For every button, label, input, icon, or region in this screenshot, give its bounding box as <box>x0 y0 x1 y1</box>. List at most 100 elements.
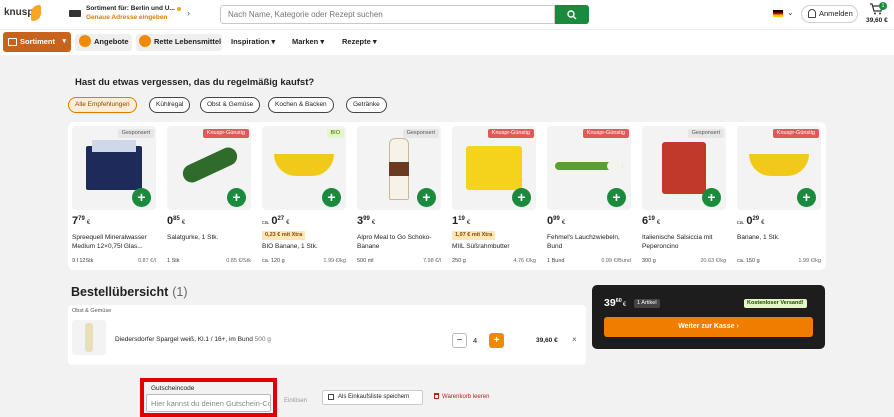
checkout-panel: 3960€ 1 Artikel Kostenloser Versand! Wei… <box>592 285 825 349</box>
delivery-region[interactable]: Sortiment für: Berlin und U... <box>86 5 175 12</box>
list-icon <box>328 394 334 400</box>
chip-obst-gemuese[interactable]: Obst & Gemüse <box>200 97 261 113</box>
bottles-shape <box>92 140 136 152</box>
product-name[interactable]: Banane, 1 Stk. <box>737 234 823 243</box>
order-category: Obst & Gemüse <box>72 308 112 314</box>
product-name[interactable]: BIO Banane, 1 Stk. <box>262 243 348 252</box>
knuspr-logo-icon[interactable] <box>31 5 41 21</box>
chevron-down-icon[interactable]: ⌄ <box>787 8 794 17</box>
product-unit: 1 Stk <box>167 258 180 264</box>
delivery-address-link[interactable]: Genaue Adresse eingeben <box>86 14 167 21</box>
product-unit: ca. 150 g <box>737 258 760 264</box>
product-price: 399€ <box>357 215 376 227</box>
product-unit-price: 1.99 €/kg <box>798 258 821 264</box>
product-unit-price: 4.76 €/kg <box>513 258 536 264</box>
order-summary-title: Bestellübersicht (1) <box>71 285 188 299</box>
chip-getraenke[interactable]: Getränke <box>346 97 387 113</box>
add-to-cart-button[interactable]: + <box>322 188 341 207</box>
product-badge: Knuspr-Günstig <box>487 129 534 138</box>
quantity-increase-button[interactable]: + <box>489 333 504 348</box>
search-button[interactable] <box>555 5 589 24</box>
xtra-promo-badge: 0,23 € mit Xtra <box>262 231 306 240</box>
quantity-decrease-button[interactable]: − <box>452 333 467 348</box>
redeem-voucher-button[interactable]: Einlösen <box>284 398 307 404</box>
add-to-cart-button[interactable]: + <box>607 188 626 207</box>
add-to-cart-button[interactable]: + <box>417 188 436 207</box>
add-to-cart-button[interactable]: + <box>797 188 816 207</box>
product-price: ca. 027€ <box>262 215 290 227</box>
product-name[interactable]: Salatgurke, 1 Stk. <box>167 234 253 243</box>
delivery-truck-icon <box>69 10 81 17</box>
product-badge: Knuspr-Günstig <box>772 129 819 138</box>
product-name[interactable]: MIIL Süßrahmbutter <box>452 243 538 252</box>
cart-total[interactable]: 39,60 € <box>866 17 888 24</box>
sortiment-label: Sortiment <box>20 37 56 46</box>
sortiment-button[interactable]: Sortiment ▾ <box>3 32 71 52</box>
chevron-down-icon: ▾ <box>62 38 66 45</box>
remove-item-icon[interactable]: × <box>572 335 577 344</box>
water-crate-shape <box>86 146 142 190</box>
chip-kuehlregal[interactable]: Kühlregal <box>149 97 191 113</box>
basket-icon <box>8 38 17 46</box>
product-price: 119€ <box>452 215 471 227</box>
product-card[interactable]: Gesponsert + 779€ Spreequell Mineralwass… <box>68 122 158 270</box>
product-card[interactable]: Knuspr-Günstig + 119€ 1,07 € mit Xtra MI… <box>448 122 538 270</box>
nav-item-inspiration[interactable]: Inspiration ▾ <box>231 32 275 52</box>
product-badge: Gesponsert <box>687 129 724 138</box>
checkout-total: 3960€ <box>604 297 627 309</box>
product-card[interactable]: BIO + ca. 027€ 0,23 € mit Xtra BIO Banane… <box>258 122 348 270</box>
sausage-pack-shape <box>662 142 706 194</box>
product-unit: 250 g <box>452 258 466 264</box>
nav-item-angebote-label[interactable]: Angebote <box>79 32 129 52</box>
items-count-badge: 1 Artikel <box>634 299 660 308</box>
product-name[interactable]: Fehmel's Lauchzwiebeln, Bund <box>547 234 633 251</box>
product-card[interactable]: Knuspr-Günstig + 085€ Salatgurke, 1 Stk.… <box>163 122 253 270</box>
nav-item-rezepte[interactable]: Rezepte ▾ <box>342 32 377 52</box>
product-unit-price: 0.87 €/l <box>137 258 156 264</box>
product-name[interactable]: Italienische Salsiccia mit Peperoncino <box>642 234 728 251</box>
product-price: 085€ <box>167 215 186 227</box>
chevron-right-icon[interactable]: › <box>187 8 190 18</box>
product-unit-price: 0.85 €/Stk <box>226 258 251 264</box>
chip-alle-empfehlungen[interactable]: Alle Empfehlungen <box>68 97 137 113</box>
search-input[interactable] <box>220 5 555 24</box>
product-price: ca. 029€ <box>737 215 765 227</box>
product-unit: 1 Bund <box>547 258 565 264</box>
nav-item-rette-label[interactable]: Rette Lebensmittel <box>139 32 221 52</box>
order-item-image[interactable] <box>72 320 106 355</box>
checkout-button[interactable]: Weiter zur Kasse › <box>604 317 813 337</box>
product-badge: BIO <box>326 129 344 138</box>
nav-item-marken[interactable]: Marken ▾ <box>292 32 324 52</box>
product-name[interactable]: Alpro Meal to Go Schoko-Banane <box>357 234 443 251</box>
voucher-highlight-frame <box>140 378 277 417</box>
product-card[interactable]: Gesponsert + 399€ Alpro Meal to Go Schok… <box>353 122 443 270</box>
quantity-value: 4 <box>473 336 478 345</box>
product-unit-price: 7.98 €/l <box>422 258 441 264</box>
product-card[interactable]: Gesponsert + 619€ Italienische Salsiccia… <box>638 122 728 270</box>
product-unit: 300 g <box>642 258 656 264</box>
login-button[interactable]: Anmelden <box>801 5 858 23</box>
cucumber-shape <box>179 144 241 186</box>
product-card[interactable]: Knuspr-Günstig + ca. 029€ Banane, 1 Stk. … <box>733 122 823 270</box>
product-card[interactable]: Knuspr-Günstig + 099€ Fehmel's Lauchzwie… <box>543 122 633 270</box>
add-to-cart-button[interactable]: + <box>227 188 246 207</box>
product-badge: Gesponsert <box>402 129 439 138</box>
add-to-cart-button[interactable]: + <box>512 188 531 207</box>
product-unit-price: 0.99 €/Bund <box>601 258 631 264</box>
product-price: 779€ <box>72 215 91 227</box>
category-nav: Sortiment ▾ Angebote Rette Lebensmittel … <box>0 29 894 55</box>
trash-icon <box>434 393 439 399</box>
product-name[interactable]: Spreequell Mineralwasser Medium 12×0,75l… <box>72 234 158 251</box>
order-item-name[interactable]: Diedersdorfer Spargel weiß, Kl.1 / 16+, … <box>115 336 271 343</box>
save-shopping-list-button[interactable]: Als Einkaufsliste speichern <box>322 390 423 405</box>
german-flag-icon[interactable] <box>773 10 783 17</box>
recommendation-carousel: Gesponsert + 779€ Spreequell Mineralwass… <box>68 122 826 270</box>
product-badge: Knuspr-Günstig <box>582 129 629 138</box>
add-to-cart-button[interactable]: + <box>702 188 721 207</box>
banana-shape <box>749 154 809 176</box>
clear-cart-button[interactable]: Warenkorb leeren <box>434 393 489 400</box>
product-unit: ca. 120 g <box>262 258 285 264</box>
chip-kochen-backen[interactable]: Kochen & Backen <box>268 97 334 113</box>
product-unit-price: 20.63 €/kg <box>700 258 726 264</box>
add-to-cart-button[interactable]: + <box>132 188 151 207</box>
